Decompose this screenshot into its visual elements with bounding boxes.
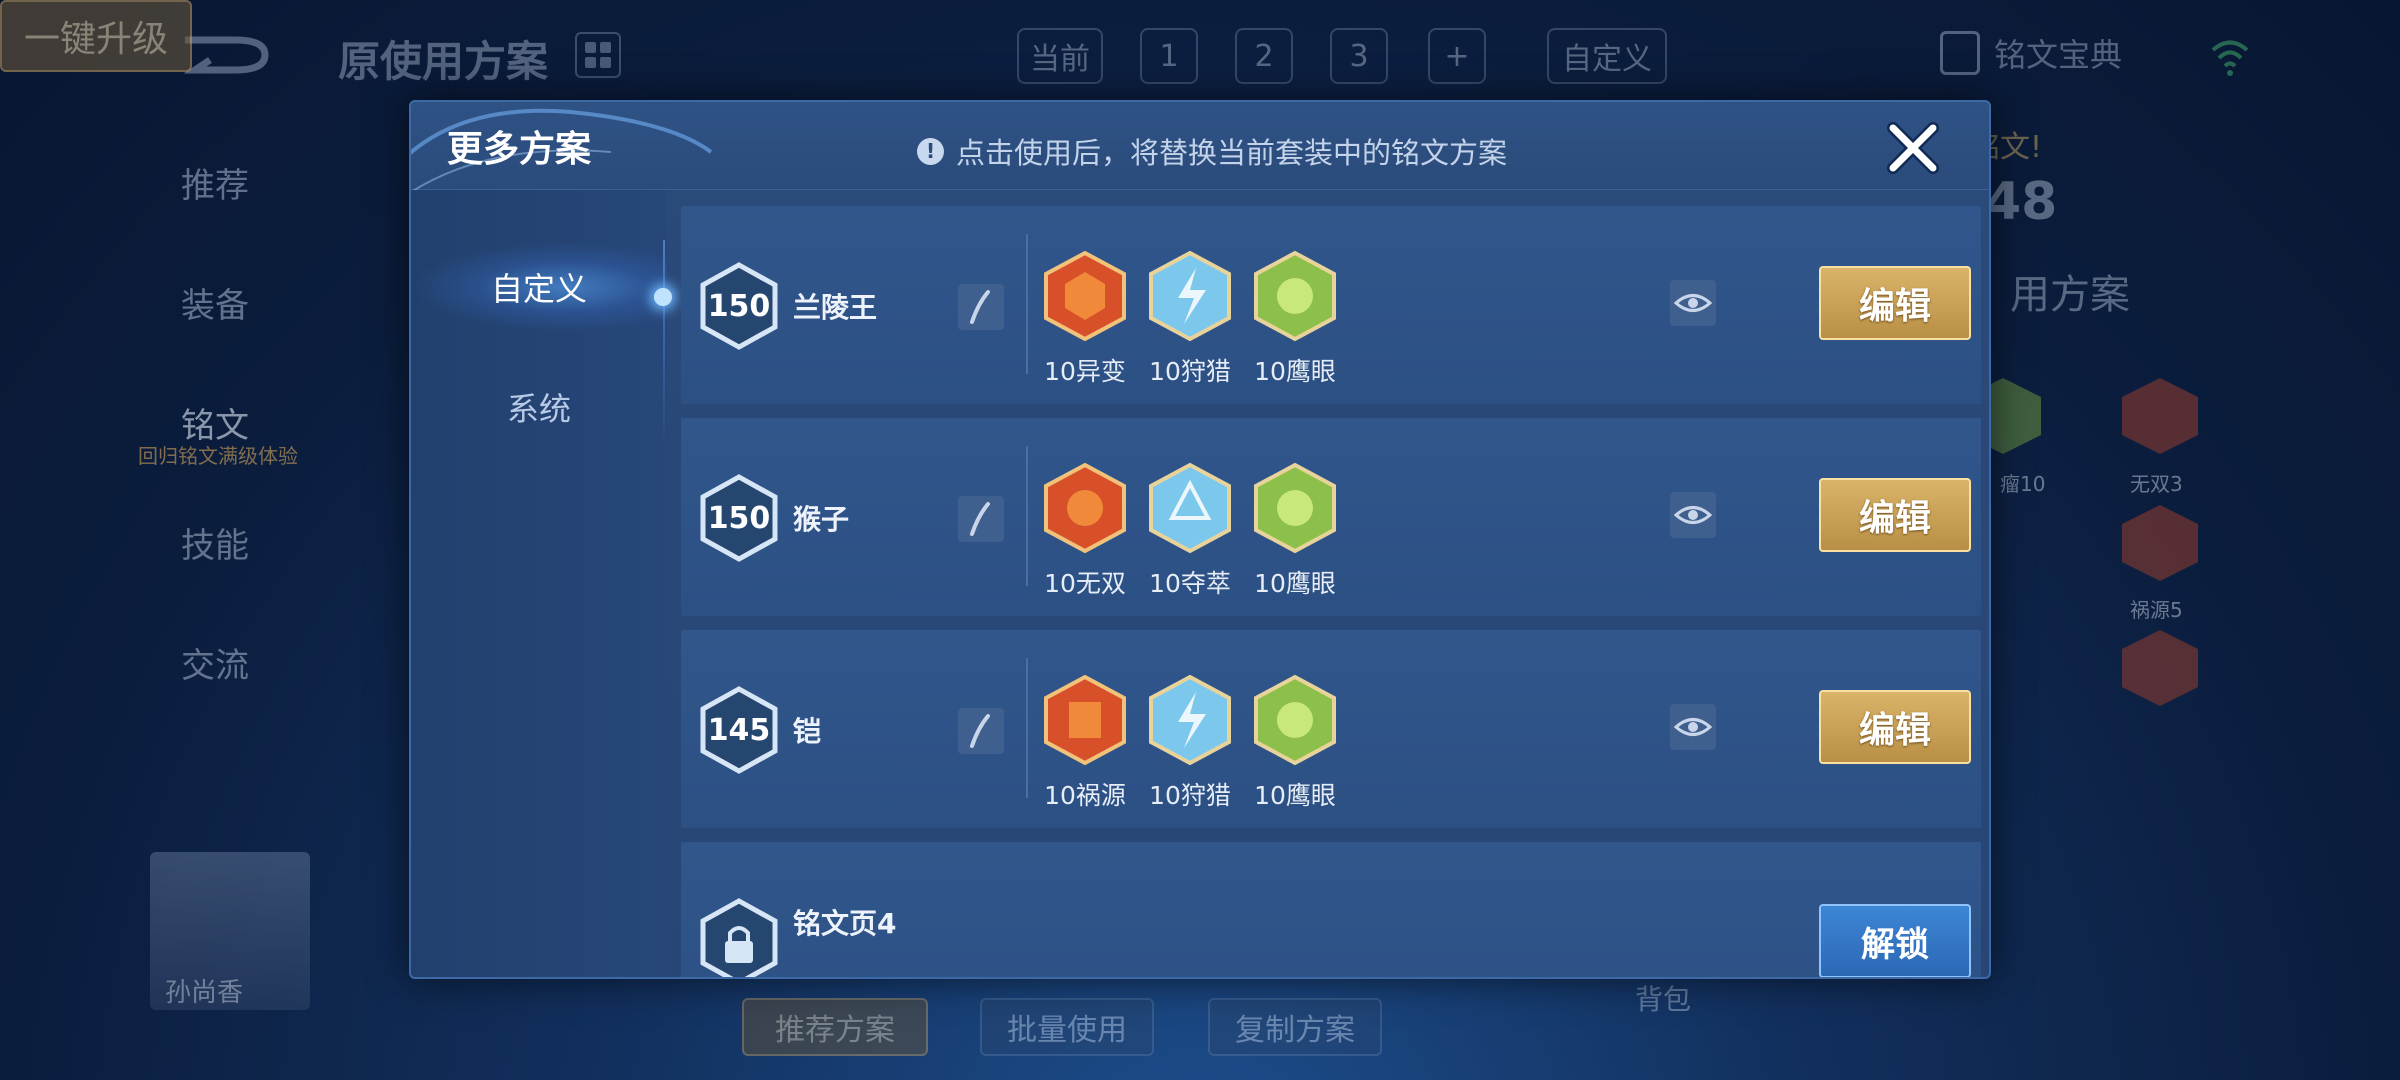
rune-red-icon [1044,250,1126,342]
rename-pen-icon[interactable] [958,496,1004,542]
bg-right-level: 48 [1985,172,2058,232]
rune-label: 10鹰眼 [1254,357,1336,386]
rune-green-icon [1254,674,1336,766]
dialog-hint: ! 点击使用后，将替换当前套装中的铭文方案 [917,130,1507,172]
bg-rune-icon [2122,630,2198,706]
edit-button[interactable]: 编辑 [1819,690,1971,764]
dialog-title: 更多方案 [447,129,592,170]
plan-row[interactable]: 150 猴子 10无双 10夺萃 10鹰眼 编辑 [681,418,1981,616]
level-value: 145 [707,712,771,748]
bg-sidebar-recommend[interactable]: 推荐 [150,158,280,207]
rune-label: 10祸源 [1044,781,1126,810]
preview-eye-icon[interactable] [1670,280,1716,326]
level-value: 150 [707,500,771,536]
bg-sidebar-rune-sub: 回归铭文满级体验 [138,444,298,468]
rune-label: 10鹰眼 [1254,569,1336,598]
rune-guide-button[interactable]: 铭文宝典 [1940,30,2122,76]
preview-eye-icon[interactable] [1670,492,1716,538]
info-icon: ! [917,137,944,165]
rune-green-icon [1254,250,1336,342]
book-icon [1940,31,1980,75]
game-screen: 原使用方案 当前 1 2 3 + 自定义 铭文宝典 推荐 装备 铭文 回归铭文满… [0,0,2400,1080]
plan-row-locked[interactable]: 铭文页4 解锁 [681,842,1981,977]
bg-rune-icon [2122,378,2198,454]
level-badge: 150 [699,473,779,563]
rune-blue-icon [1149,674,1231,766]
lock-icon [699,897,779,977]
level-value: 150 [707,288,771,324]
unlock-button[interactable]: 解锁 [1819,904,1971,977]
bg-rune-label: 无双3 [2130,472,2183,496]
bg-bag-label[interactable]: 背包 [1635,978,1691,1018]
plan-category-sidebar: 自定义 系统 [411,190,672,977]
edit-button[interactable]: 编辑 [1819,266,1971,340]
bg-rune-label: 瘤10 [2000,472,2046,496]
rune-blue-icon [1149,250,1231,342]
rune-green-icon [1254,462,1336,554]
level-badge: 145 [699,685,779,775]
bg-rune-icon [2122,505,2198,581]
tab-custom[interactable]: 自定义 [411,242,667,332]
plan-name: 猴子 [793,503,850,536]
bg-tab-custom[interactable]: 自定义 [1547,28,1667,84]
rune-label: 10夺萃 [1149,569,1231,598]
rune-label: 10狩猎 [1149,357,1231,386]
more-plans-dialog: 更多方案 ! 点击使用后，将替换当前套装中的铭文方案 自定义 系统 150 兰陵… [409,100,1991,979]
bg-batch-use-button[interactable]: 批量使用 [980,998,1154,1056]
rune-red-icon [1044,674,1126,766]
level-badge: 150 [699,261,779,351]
bg-copy-plan-button[interactable]: 复制方案 [1208,998,1382,1056]
plan-name: 铭文页4 [793,907,897,940]
bg-tab-2[interactable]: 2 [1235,28,1293,84]
rename-pen-icon[interactable] [958,284,1004,330]
preview-eye-icon[interactable] [1670,704,1716,750]
rune-label: 10鹰眼 [1254,781,1336,810]
hint-text: 点击使用后，将替换当前套装中的铭文方案 [956,136,1508,170]
bg-page-title: 原使用方案 [338,37,549,86]
rune-red-icon [1044,462,1126,554]
plan-list[interactable]: 150 兰陵王 10异变 10狩猎 10鹰眼 编辑 150 猴子 10无双 10… [681,206,1981,977]
wifi-icon [2211,40,2249,76]
close-icon[interactable] [1881,116,1945,180]
bg-sidebar-equipment[interactable]: 装备 [150,278,280,327]
hero-name: 孙尚香 [165,978,244,1008]
plan-name: 铠 [793,715,822,748]
rune-label: 10异变 [1044,357,1126,386]
active-tab-indicator [654,288,672,306]
edit-button[interactable]: 编辑 [1819,478,1971,552]
rune-blue-icon [1149,462,1231,554]
bg-tab-1[interactable]: 1 [1140,28,1198,84]
bg-recommend-plan-button[interactable]: 推荐方案 [742,998,928,1056]
rename-pen-icon[interactable] [958,708,1004,754]
rune-label: 10狩猎 [1149,781,1231,810]
bg-sidebar-skill[interactable]: 技能 [150,518,280,567]
bg-tab-current[interactable]: 当前 [1017,28,1103,84]
tab-system[interactable]: 系统 [411,362,667,452]
bg-tab-add[interactable]: + [1428,28,1486,84]
plan-name: 兰陵王 [793,291,878,324]
bg-tab-3[interactable]: 3 [1330,28,1388,84]
bg-right-title: 用方案 [2010,272,2130,318]
grid-icon[interactable] [575,32,621,78]
bg-rune-label: 祸源5 [2130,598,2183,622]
bg-one-click-upgrade-button[interactable]: 一键升级 [0,0,192,72]
rune-label: 10无双 [1044,569,1126,598]
rune-guide-label: 铭文宝典 [1994,36,2123,74]
plan-row[interactable]: 150 兰陵王 10异变 10狩猎 10鹰眼 编辑 [681,206,1981,404]
bg-sidebar-social[interactable]: 交流 [150,638,280,687]
plan-row[interactable]: 145 铠 10祸源 10狩猎 10鹰眼 编辑 [681,630,1981,828]
